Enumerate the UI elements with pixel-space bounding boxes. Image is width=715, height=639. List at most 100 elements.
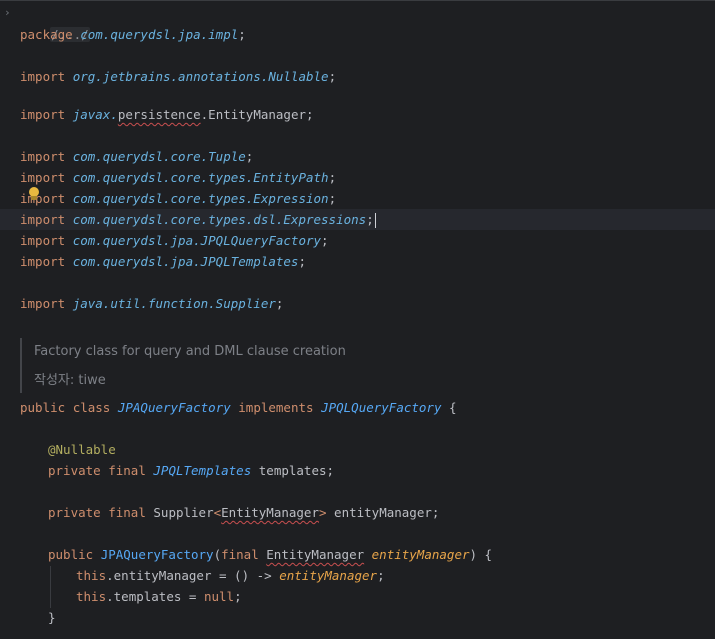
- import-class: EntityManager: [208, 107, 307, 122]
- import-line[interactable]: import com.querydsl.jpa.JPQLQueryFactory…: [20, 230, 329, 251]
- keyword: final: [108, 463, 146, 478]
- keyword: import: [20, 170, 66, 185]
- chevron-right-icon[interactable]: ›: [4, 6, 11, 19]
- brace: }: [48, 610, 56, 625]
- param-name: entityManager: [371, 547, 470, 562]
- field-name: templates: [258, 463, 327, 478]
- generic-bracket: >: [318, 505, 327, 520]
- operator: = () ->: [211, 568, 280, 583]
- field-ref: entityManager: [113, 568, 212, 583]
- import-path: java.util.function.Supplier: [72, 296, 276, 311]
- keyword: this: [76, 568, 107, 583]
- generic-type: EntityManager: [221, 505, 319, 520]
- import-path: com.querydsl.core.types.dsl.Expressions: [72, 212, 367, 227]
- constructor-signature[interactable]: public JPAQueryFactory(final EntityManag…: [48, 544, 492, 565]
- keyword: import: [20, 254, 66, 269]
- field-type: JPQLTemplates: [153, 463, 252, 478]
- dot: .: [106, 589, 114, 604]
- field-name: entityManager: [334, 505, 432, 520]
- lightbulb-base: [31, 196, 37, 200]
- import-line-current[interactable]: import com.querydsl.core.types.dsl.Expre…: [20, 209, 376, 230]
- import-line[interactable]: import java.util.function.Supplier;: [20, 293, 283, 314]
- field-entity-manager[interactable]: private final Supplier<EntityManager> en…: [48, 502, 439, 523]
- brace: {: [449, 400, 457, 415]
- indent-guide: [50, 566, 51, 608]
- keyword: implements: [238, 400, 314, 415]
- semicolon: ;: [328, 170, 337, 185]
- interface-name: JPQLQueryFactory: [321, 400, 442, 415]
- editor-top-border: [0, 0, 715, 1]
- import-path: com.querydsl.jpa.JPQLTemplates: [72, 254, 299, 269]
- import-line[interactable]: import org.jetbrains.annotations.Nullabl…: [20, 66, 336, 87]
- semicolon: ;: [377, 568, 385, 583]
- constructor-name: JPAQueryFactory: [100, 547, 214, 562]
- javadoc-author: 작성자: tiwe: [34, 373, 106, 388]
- keyword: import: [20, 233, 66, 248]
- import-path: com.querydsl.jpa.JPQLQueryFactory: [72, 233, 322, 248]
- import-line[interactable]: import com.querydsl.jpa.JPQLTemplates;: [20, 251, 306, 272]
- folded-header-line[interactable]: /.../: [20, 3, 90, 42]
- package-line[interactable]: package com.querydsl.jpa.impl;: [20, 24, 246, 45]
- semicolon: ;: [306, 107, 314, 122]
- keyword: import: [20, 107, 66, 122]
- semicolon: ;: [245, 149, 254, 164]
- code-editor[interactable]: › /.../ package com.querydsl.jpa.impl; i…: [0, 0, 715, 639]
- keyword: final: [108, 505, 146, 520]
- param-ref: entityManager: [279, 568, 378, 583]
- keyword: public: [48, 547, 94, 562]
- keyword: import: [20, 212, 66, 227]
- param-type: EntityManager: [266, 547, 365, 562]
- import-path: com.querydsl.core.types.Expression: [72, 191, 329, 206]
- semicolon: ;: [321, 233, 329, 248]
- semicolon: ;: [431, 505, 440, 520]
- import-package: org.jetbrains.annotations.: [72, 69, 269, 84]
- import-line[interactable]: import com.querydsl.core.Tuple;: [20, 146, 253, 167]
- annotation-line[interactable]: @Nullable: [48, 439, 116, 460]
- keyword: this: [76, 589, 107, 604]
- generic-bracket: <: [213, 505, 222, 520]
- keyword: import: [20, 149, 66, 164]
- field-templates[interactable]: private final JPQLTemplates templates;: [48, 460, 334, 481]
- class-declaration[interactable]: public class JPAQueryFactory implements …: [20, 397, 457, 418]
- keyword: null: [203, 589, 235, 604]
- statement-line[interactable]: this.entityManager = () -> entityManager…: [76, 565, 385, 586]
- annotation: @Nullable: [48, 442, 116, 457]
- paren-brace: ) {: [469, 547, 493, 562]
- statement-line[interactable]: this.templates = null;: [76, 586, 242, 607]
- keyword: public: [20, 400, 66, 415]
- import-line[interactable]: import com.querydsl.core.types.Expressio…: [20, 188, 336, 209]
- semicolon: ;: [275, 296, 284, 311]
- semicolon: ;: [238, 27, 246, 42]
- dot: .: [106, 568, 114, 583]
- field-type: Supplier: [153, 505, 214, 520]
- paren: (: [213, 547, 222, 562]
- import-line[interactable]: import javax.persistence.EntityManager;: [20, 104, 314, 125]
- keyword: final: [221, 547, 259, 562]
- import-path: com.querydsl.core.Tuple: [72, 149, 246, 164]
- class-name: JPAQueryFactory: [117, 400, 231, 415]
- package-name: com.querydsl.jpa.impl: [80, 27, 239, 42]
- semicolon: ;: [366, 212, 374, 227]
- keyword: import: [20, 69, 66, 84]
- field-ref: templates: [113, 589, 182, 604]
- rendered-javadoc[interactable]: Factory class for query and DML clause c…: [20, 338, 682, 393]
- import-class: Nullable: [268, 69, 329, 84]
- closing-brace-line[interactable]: }: [48, 607, 56, 628]
- import-path: com.querydsl.core.types.EntityPath: [72, 170, 329, 185]
- import-line[interactable]: import com.querydsl.core.types.EntityPat…: [20, 167, 336, 188]
- semicolon: ;: [328, 69, 337, 84]
- keyword: class: [72, 400, 111, 415]
- unresolved-package: persistence: [117, 107, 201, 122]
- semicolon: ;: [326, 463, 335, 478]
- keyword: private: [48, 505, 101, 520]
- keyword: package: [20, 27, 73, 42]
- keyword: private: [48, 463, 101, 478]
- keyword: import: [20, 191, 66, 206]
- javadoc-description: Factory class for query and DML clause c…: [34, 344, 346, 359]
- keyword: import: [20, 296, 66, 311]
- semicolon: ;: [234, 589, 242, 604]
- lightbulb-icon[interactable]: [28, 187, 40, 201]
- operator: =: [181, 589, 204, 604]
- text-caret: [374, 213, 376, 228]
- import-package: javax.: [72, 107, 118, 122]
